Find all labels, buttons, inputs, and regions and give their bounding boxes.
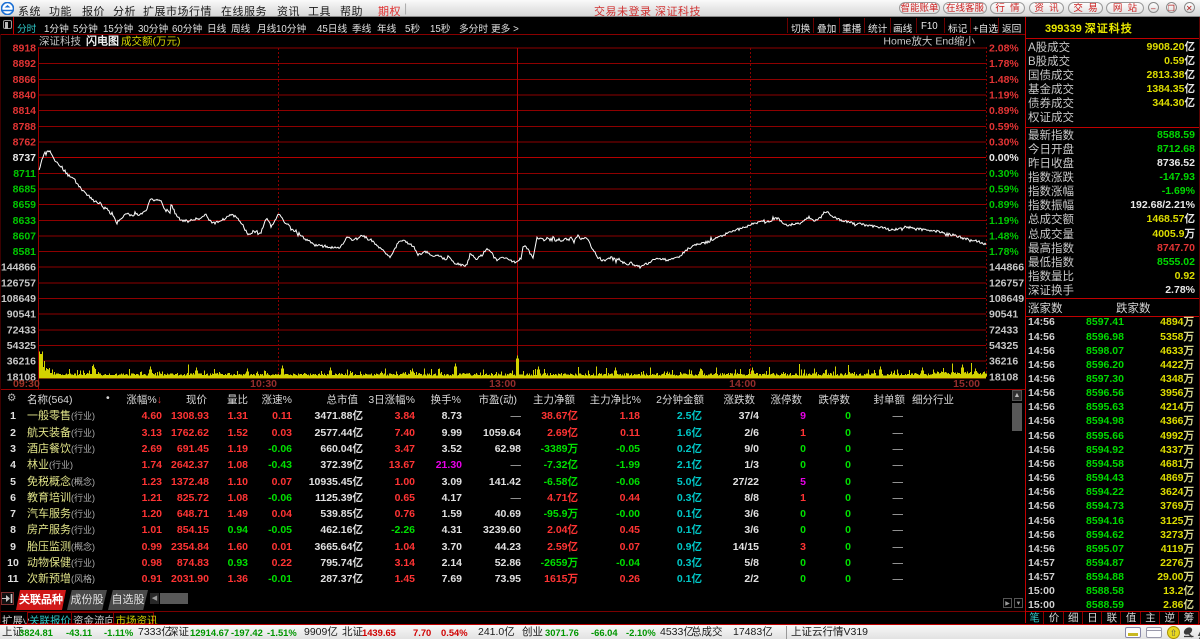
svg-text:8866: 8866 bbox=[13, 74, 37, 86]
svg-text:0.59%: 0.59% bbox=[989, 121, 1019, 133]
svg-text:15:00: 15:00 bbox=[953, 378, 980, 390]
svg-text:8788: 8788 bbox=[13, 121, 37, 133]
svg-text:36216: 36216 bbox=[7, 356, 36, 368]
svg-text:8737: 8737 bbox=[13, 152, 37, 164]
svg-text:0.30%: 0.30% bbox=[989, 137, 1019, 149]
svg-text:09:30: 09:30 bbox=[13, 378, 40, 390]
svg-text:0.59%: 0.59% bbox=[989, 183, 1019, 195]
svg-text:72433: 72433 bbox=[7, 324, 36, 336]
svg-text:10:30: 10:30 bbox=[250, 378, 277, 390]
svg-text:2.08%: 2.08% bbox=[989, 43, 1019, 55]
svg-text:8814: 8814 bbox=[13, 105, 37, 117]
svg-text:8892: 8892 bbox=[13, 58, 37, 70]
svg-text:闪电图: 闪电图 bbox=[86, 34, 119, 48]
svg-text:0.89%: 0.89% bbox=[989, 199, 1019, 211]
svg-text:54325: 54325 bbox=[7, 340, 36, 352]
svg-text:13:00: 13:00 bbox=[489, 378, 516, 390]
svg-text:0.89%: 0.89% bbox=[989, 105, 1019, 117]
svg-text:1.48%: 1.48% bbox=[989, 230, 1019, 242]
svg-text:72433: 72433 bbox=[989, 324, 1018, 336]
svg-text:144866: 144866 bbox=[989, 262, 1024, 274]
svg-text:1.19%: 1.19% bbox=[989, 215, 1019, 227]
svg-text:1.48%: 1.48% bbox=[989, 74, 1019, 86]
svg-text:8711: 8711 bbox=[13, 168, 36, 180]
svg-text:0.00%: 0.00% bbox=[989, 152, 1019, 164]
svg-text:1.78%: 1.78% bbox=[989, 58, 1019, 70]
svg-text:8633: 8633 bbox=[13, 215, 37, 227]
svg-text:8918: 8918 bbox=[13, 43, 37, 55]
svg-text:1.78%: 1.78% bbox=[989, 246, 1019, 258]
svg-text:8685: 8685 bbox=[13, 183, 37, 195]
svg-text:54325: 54325 bbox=[989, 340, 1018, 352]
svg-text:18108: 18108 bbox=[989, 371, 1018, 383]
svg-text:126757: 126757 bbox=[1, 277, 36, 289]
svg-text:108649: 108649 bbox=[1, 293, 36, 305]
svg-text:90541: 90541 bbox=[7, 309, 36, 321]
svg-text:8607: 8607 bbox=[13, 230, 37, 242]
svg-text:8840: 8840 bbox=[13, 90, 37, 102]
svg-text:成交额(万元): 成交额(万元) bbox=[121, 35, 181, 48]
svg-text:14:00: 14:00 bbox=[729, 378, 756, 390]
svg-text:144866: 144866 bbox=[1, 262, 36, 274]
svg-text:36216: 36216 bbox=[989, 356, 1018, 368]
svg-text:0.30%: 0.30% bbox=[989, 168, 1019, 180]
svg-text:90541: 90541 bbox=[989, 309, 1018, 321]
svg-text:1.19%: 1.19% bbox=[989, 90, 1019, 102]
svg-text:108649: 108649 bbox=[989, 293, 1024, 305]
svg-text:8659: 8659 bbox=[13, 199, 37, 211]
svg-text:Home放大 End缩小: Home放大 End缩小 bbox=[883, 35, 975, 48]
svg-text:深证科技: 深证科技 bbox=[39, 35, 81, 48]
svg-text:8762: 8762 bbox=[13, 137, 37, 149]
svg-text:8581: 8581 bbox=[13, 246, 37, 258]
svg-text:126757: 126757 bbox=[989, 277, 1024, 289]
